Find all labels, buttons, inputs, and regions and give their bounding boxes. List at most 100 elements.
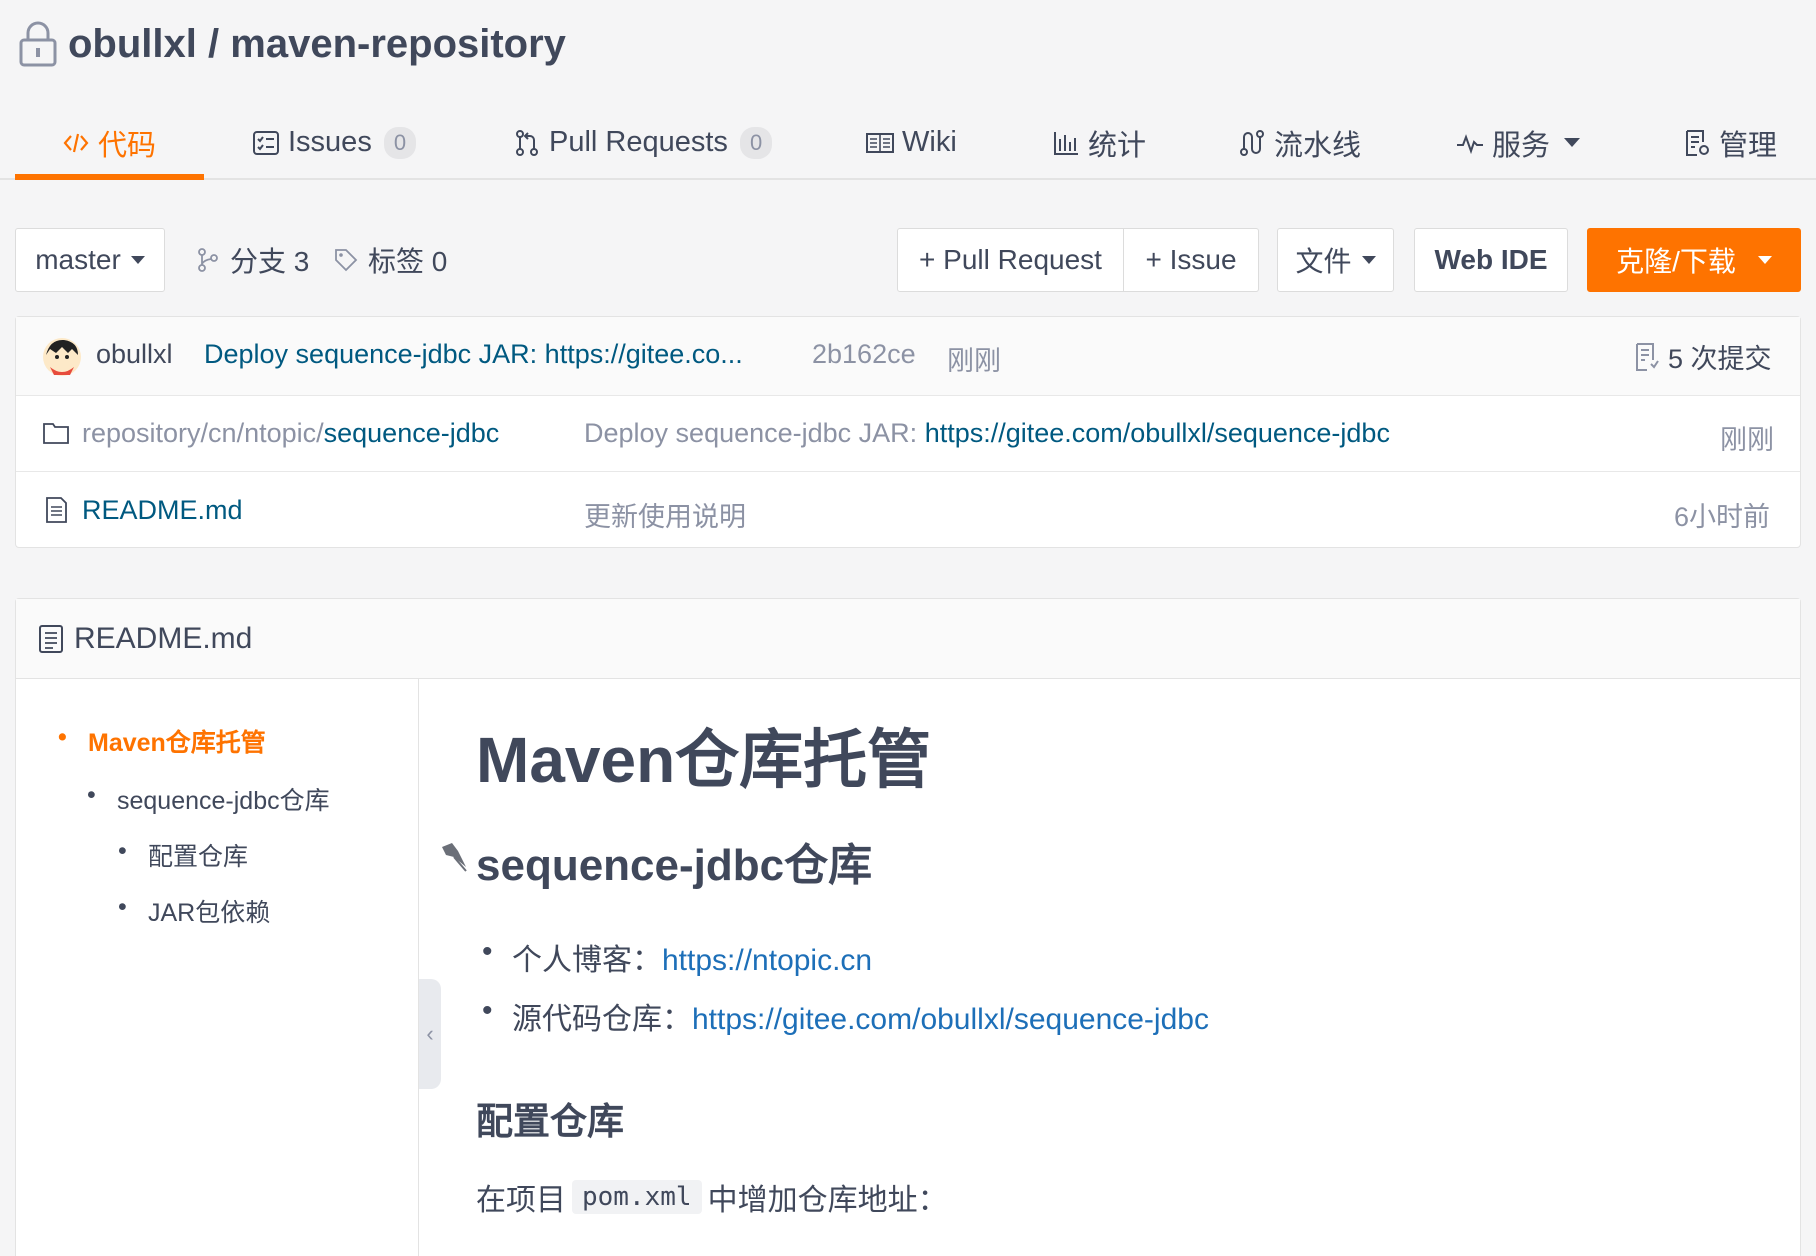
- branches-link[interactable]: 分支 3: [196, 228, 309, 292]
- chevron-down-icon: [1361, 256, 1376, 264]
- clone-label: 克隆/下载: [1616, 246, 1736, 277]
- repo-separator: /: [208, 21, 220, 66]
- tags-label: 标签 0: [368, 246, 448, 277]
- readme-h3: 配置仓库: [476, 1101, 624, 1142]
- issues-count: 0: [383, 126, 417, 159]
- toc-bullet: •: [58, 723, 67, 751]
- chevron-down-icon: [130, 256, 145, 264]
- tab-services[interactable]: 服务: [1456, 105, 1581, 180]
- commits-count: 5 次提交: [1668, 344, 1772, 374]
- tag-icon: [335, 249, 358, 272]
- toc-label: JAR包依赖: [148, 899, 271, 927]
- branches-label: 分支 3: [230, 246, 310, 277]
- file-text-icon: [39, 624, 63, 653]
- branch-name: master: [35, 244, 121, 275]
- tab-label: 统计: [1088, 129, 1147, 162]
- toc-item[interactable]: • JAR包依赖: [118, 893, 271, 929]
- issues-icon: [253, 130, 279, 155]
- pr-count: 0: [739, 126, 773, 159]
- tab-issues[interactable]: Issues 0: [252, 105, 417, 180]
- toc-label: sequence-jdbc仓库: [117, 787, 330, 815]
- tab-label: 管理: [1719, 129, 1778, 162]
- tab-label: Wiki: [902, 126, 957, 158]
- folder-icon: [43, 423, 69, 444]
- file-commit-message: Deploy sequence-jdbc JAR: https://gitee.…: [584, 418, 1390, 449]
- path-prefix: repository/cn/ntopic/: [82, 418, 324, 448]
- toc-bullet: •: [118, 837, 127, 865]
- message-prefix: Deploy sequence-jdbc JAR:: [584, 418, 925, 448]
- tab-pipeline[interactable]: 流水线: [1238, 105, 1361, 180]
- toc-bullet: •: [87, 781, 96, 809]
- commit-message[interactable]: Deploy sequence-jdbc JAR: https://gitee.…: [204, 339, 743, 370]
- readme-header: README.md: [16, 599, 1800, 679]
- tab-label: 流水线: [1274, 129, 1362, 162]
- file-text-icon: [46, 497, 67, 523]
- toc-collapse-toggle[interactable]: ‹: [419, 979, 441, 1089]
- repo-name[interactable]: maven-repository: [230, 22, 566, 66]
- toc-label: 配置仓库: [148, 843, 249, 871]
- repo-title[interactable]: obullxl / maven-repository: [68, 22, 566, 67]
- latest-commit-row: obullxl Deploy sequence-jdbc JAR: https:…: [16, 317, 1800, 396]
- clone-download-button[interactable]: 克隆/下载: [1587, 228, 1801, 292]
- tab-code[interactable]: 代码: [62, 105, 156, 180]
- toc-item[interactable]: • Maven仓库托管: [58, 723, 266, 759]
- toc-item[interactable]: • sequence-jdbc仓库: [87, 781, 330, 817]
- tab-stats[interactable]: 统计: [1052, 105, 1146, 180]
- file-commit-message[interactable]: 更新使用说明: [584, 495, 746, 534]
- file-time: 6小时前: [1674, 502, 1771, 532]
- message-link[interactable]: https://gitee.com/obullxl/sequence-jdbc: [925, 418, 1390, 448]
- toc-item[interactable]: • 配置仓库: [118, 837, 249, 873]
- tab-label: 服务: [1492, 129, 1551, 162]
- file-row[interactable]: README.md 更新使用说明 6小时前: [16, 473, 1800, 549]
- commits-count-link[interactable]: 5 次提交: [1634, 337, 1772, 376]
- file-name[interactable]: README.md: [82, 495, 243, 526]
- tab-label: 代码: [98, 129, 157, 162]
- commit-time: 刚刚: [947, 346, 1001, 376]
- source-link[interactable]: https://gitee.com/obullxl/sequence-jdbc: [692, 1003, 1209, 1036]
- pin-icon[interactable]: [436, 839, 472, 875]
- readme-h1: Maven仓库托管: [476, 724, 932, 796]
- file-menu-button[interactable]: 文件: [1277, 228, 1394, 292]
- list-item: 个人博客：https://ntopic.cn: [482, 935, 872, 979]
- blog-link[interactable]: https://ntopic.cn: [662, 944, 872, 977]
- inline-code: pom.xml: [572, 1180, 702, 1214]
- para-text: 中增加仓库地址：: [707, 1184, 948, 1217]
- chevron-down-icon: [1564, 138, 1581, 147]
- pipeline-icon: [1240, 129, 1264, 156]
- pulse-icon: [1457, 133, 1483, 154]
- new-pull-request-button[interactable]: + Pull Request: [897, 228, 1124, 292]
- tags-link[interactable]: 标签 0: [334, 228, 447, 292]
- list-item-label: 个人博客：: [512, 944, 662, 977]
- tab-manage[interactable]: 管理: [1683, 105, 1777, 180]
- folder-link[interactable]: sequence-jdbc: [324, 418, 500, 448]
- code-icon: [63, 133, 89, 152]
- branch-select[interactable]: master: [15, 228, 165, 292]
- file-time: 刚刚: [1720, 425, 1774, 455]
- lock-icon: [19, 21, 57, 67]
- web-ide-button[interactable]: Web IDE: [1414, 228, 1568, 292]
- repo-owner[interactable]: obullxl: [68, 22, 197, 66]
- tab-pull-requests[interactable]: Pull Requests 0: [513, 105, 773, 180]
- readme-panel: README.md • Maven仓库托管 • sequence-jdbc仓库 • 配…: [15, 598, 1801, 1256]
- repo-tabs: 代码 Issues 0 Pull Requests 0 Wiki 统计 流水线 …: [0, 105, 1816, 180]
- toc-label: Maven仓库托管: [88, 729, 266, 757]
- commit-hash[interactable]: 2b162ce: [812, 339, 916, 370]
- book-icon: [866, 132, 894, 153]
- tab-wiki[interactable]: Wiki: [866, 105, 957, 180]
- tab-label: Issues: [288, 126, 372, 158]
- toc-bullet: •: [118, 893, 127, 921]
- readme-paragraph: 在项目 pom.xml 中增加仓库地址：: [476, 1175, 948, 1219]
- file-row[interactable]: repository/cn/ntopic/sequence-jdbc Deplo…: [16, 396, 1800, 472]
- tab-label: Pull Requests: [549, 126, 728, 158]
- readme-title: README.md: [74, 621, 253, 655]
- pull-request-icon: [516, 129, 538, 156]
- readme-h2: sequence-jdbc仓库: [476, 841, 873, 890]
- new-issue-button[interactable]: + Issue: [1124, 228, 1259, 292]
- file-list: obullxl Deploy sequence-jdbc JAR: https:…: [15, 316, 1801, 548]
- commit-author[interactable]: obullxl: [96, 339, 173, 370]
- avatar[interactable]: [42, 337, 82, 377]
- active-tab-indicator: [15, 174, 204, 180]
- list-item: 源代码仓库：https://gitee.com/obullxl/sequence…: [482, 994, 1209, 1038]
- settings-doc-icon: [1686, 129, 1709, 156]
- file-name[interactable]: repository/cn/ntopic/sequence-jdbc: [82, 418, 499, 449]
